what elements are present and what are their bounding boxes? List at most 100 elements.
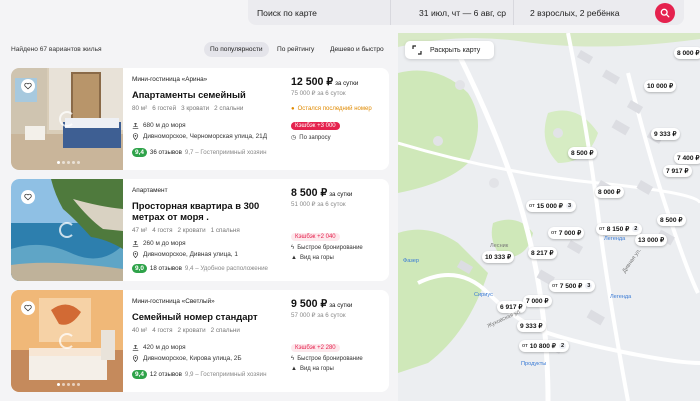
favorite-button[interactable] — [21, 190, 35, 204]
map-price-pin[interactable]: от8 150 ₽2 — [596, 223, 642, 235]
map-price-pin[interactable]: 8 217 ₽ — [528, 247, 557, 259]
feature-instant-booking: ϟБыстрое бронирование — [291, 245, 383, 251]
sort-cheap-fast[interactable]: Дешево и быстро — [324, 42, 390, 57]
map-price-pin[interactable]: 10 000 ₽ — [644, 80, 676, 92]
sort-rating[interactable]: По рейтингу — [271, 42, 320, 57]
distance-to-sea: 260 м до моря — [143, 240, 186, 247]
listing-title[interactable]: Семейный номер стандарт — [132, 311, 284, 322]
reviews-count[interactable]: 12 отзывов — [150, 371, 182, 378]
map-price-pin[interactable]: 7 917 ₽ — [663, 165, 692, 177]
rating-detail: 9,4 – Удобное расположение — [185, 265, 268, 272]
heart-icon — [24, 304, 32, 312]
heart-icon — [24, 82, 32, 90]
feature-mountain-view: ▲Вид на горы — [291, 255, 383, 261]
price-per-night: 8 500 ₽за сутки — [291, 187, 383, 199]
map-label: Лесник — [490, 243, 508, 249]
feature-on-request: ◷По запросу — [291, 134, 383, 141]
distance-to-sea: 680 м до моря — [143, 122, 186, 129]
map-label: Легенда — [604, 236, 625, 242]
address: Дивноморское, Черноморская улица, 21Д — [143, 133, 267, 140]
warning-icon: ● — [291, 106, 295, 112]
map-price-pin[interactable]: 9 333 ₽ — [651, 128, 680, 140]
listing-specs: 40 м²4 гостя2 кровати2 спальни — [132, 327, 284, 334]
listing-specs: 47 м²4 гостя2 кровати1 спальня — [132, 227, 284, 234]
clock-icon: ◷ — [291, 134, 296, 141]
listing-info: Мини-гостиница «Арина» Апартаменты семей… — [132, 76, 284, 157]
price-total: 75 000 ₽ за 6 суток — [291, 90, 383, 97]
listing-photo[interactable] — [11, 179, 123, 281]
location-pin-icon — [132, 355, 139, 362]
rating-row: 9,4 12 отзывов 9,9 – Гостеприимный хозяи… — [132, 370, 284, 379]
map-price-pin[interactable]: 9 333 ₽ — [517, 320, 546, 332]
mountain-icon: ▲ — [291, 366, 297, 372]
map-price-pin[interactable]: от15 000 ₽3 — [526, 200, 576, 212]
reviews-count[interactable]: 18 отзывов — [150, 265, 182, 272]
distance-to-sea: 420 м до моря — [143, 344, 186, 351]
price-per-night: 12 500 ₽за сутки — [291, 76, 383, 88]
reviews-count[interactable]: 36 отзывов — [150, 149, 182, 156]
map-price-pin[interactable]: от7 500 ₽3 — [549, 280, 595, 292]
last-room-notice: ●Остался последний номер — [291, 106, 383, 112]
address-row: Дивноморское, Дивная улица, 1 — [132, 251, 284, 258]
top-bar: Поиск по карте 31 июл, чт — 6 авг, ср 2 … — [0, 0, 700, 26]
location-pin-icon — [132, 251, 139, 258]
distance-row: 260 м до моря — [132, 240, 284, 247]
spec-guests: 4 гостя — [152, 227, 172, 234]
price-total: 57 000 ₽ за 6 суток — [291, 312, 383, 319]
favorite-button[interactable] — [21, 301, 35, 315]
expand-map-button[interactable]: Раскрыть карту — [405, 41, 494, 59]
beach-icon — [132, 122, 139, 129]
price-block: 9 500 ₽за сутки 57 000 ₽ за 6 суток Кэшб… — [291, 298, 383, 372]
results-count: Найдено 67 вариантов жилья — [11, 46, 102, 53]
cashback-badge: Кэшбэк +3 000 — [291, 122, 340, 130]
beach-icon — [132, 344, 139, 351]
distance-row: 680 м до моря — [132, 122, 284, 129]
photo-dots[interactable] — [57, 161, 80, 164]
dates-field[interactable]: 31 июл, чт — 6 авг, ср — [391, 0, 514, 25]
map-price-pin[interactable]: 7 400 ₽ — [674, 152, 700, 164]
location-pin-icon — [132, 133, 139, 140]
listing-card[interactable]: Мини-гостиница «Арина» Апартаменты семей… — [11, 68, 389, 170]
listing-photo[interactable] — [11, 68, 123, 170]
listing-card[interactable]: Апартамент Просторная квартира в 300 мет… — [11, 179, 389, 281]
listing-title[interactable]: Просторная квартира в 300 метрах от моря… — [132, 200, 284, 222]
spec-bedrooms: 2 спальни — [214, 105, 243, 112]
map-price-pin[interactable]: 8 500 ₽ — [568, 147, 597, 159]
map-price-pin[interactable]: 13 000 ₽ — [635, 234, 667, 246]
map-price-pin[interactable]: 8 500 ₽ — [657, 214, 686, 226]
map-price-pin[interactable]: 8 000 ₽ — [595, 186, 624, 198]
map-price-pin[interactable]: от7 000 ₽ — [548, 227, 584, 239]
heart-icon — [24, 193, 32, 201]
loading-spinner-icon — [59, 333, 75, 349]
map-price-pin[interactable]: 10 333 ₽ — [482, 251, 514, 263]
map-label: Сириус — [474, 292, 493, 298]
rating-badge: 9,4 — [132, 148, 147, 157]
cashback-badge: Кэшбэк +2 040 — [291, 233, 340, 241]
map-price-pin[interactable]: 8 000 ₽ — [674, 47, 700, 59]
listing-title[interactable]: Апартаменты семейный — [132, 89, 284, 100]
address-row: Дивноморское, Черноморская улица, 21Д — [132, 133, 284, 140]
search-button[interactable] — [655, 3, 675, 23]
lightning-icon: ϟ — [291, 356, 294, 362]
map-price-pin[interactable]: от10 800 ₽2 — [519, 340, 569, 352]
spec-bedrooms: 2 спальни — [211, 327, 240, 334]
distance-row: 420 м до моря — [132, 344, 284, 351]
listing-info: Мини-гостиница «Светлый» Семейный номер … — [132, 298, 284, 379]
spec-area: 47 м² — [132, 227, 147, 234]
photo-dots[interactable] — [57, 383, 80, 386]
beach-icon — [132, 240, 139, 247]
mountain-icon: ▲ — [291, 255, 297, 261]
sort-popularity[interactable]: По популярности — [204, 42, 269, 57]
expand-map-label: Раскрыть карту — [430, 47, 480, 54]
spec-beds: 3 кровати — [181, 105, 209, 112]
loading-spinner-icon — [59, 222, 75, 238]
favorite-button[interactable] — [21, 79, 35, 93]
map-price-pin[interactable]: 7 000 ₽ — [523, 295, 552, 307]
guests-field[interactable]: 2 взрослых, 2 ребёнка — [514, 0, 664, 25]
listing-info: Апартамент Просторная квартира в 300 мет… — [132, 187, 284, 273]
price-total: 51 000 ₽ за 6 суток — [291, 201, 383, 208]
location-field[interactable]: Поиск по карте — [248, 0, 391, 25]
property-type: Апартамент — [132, 187, 284, 194]
listing-card[interactable]: Мини-гостиница «Светлый» Семейный номер … — [11, 290, 389, 392]
listing-photo[interactable] — [11, 290, 123, 392]
